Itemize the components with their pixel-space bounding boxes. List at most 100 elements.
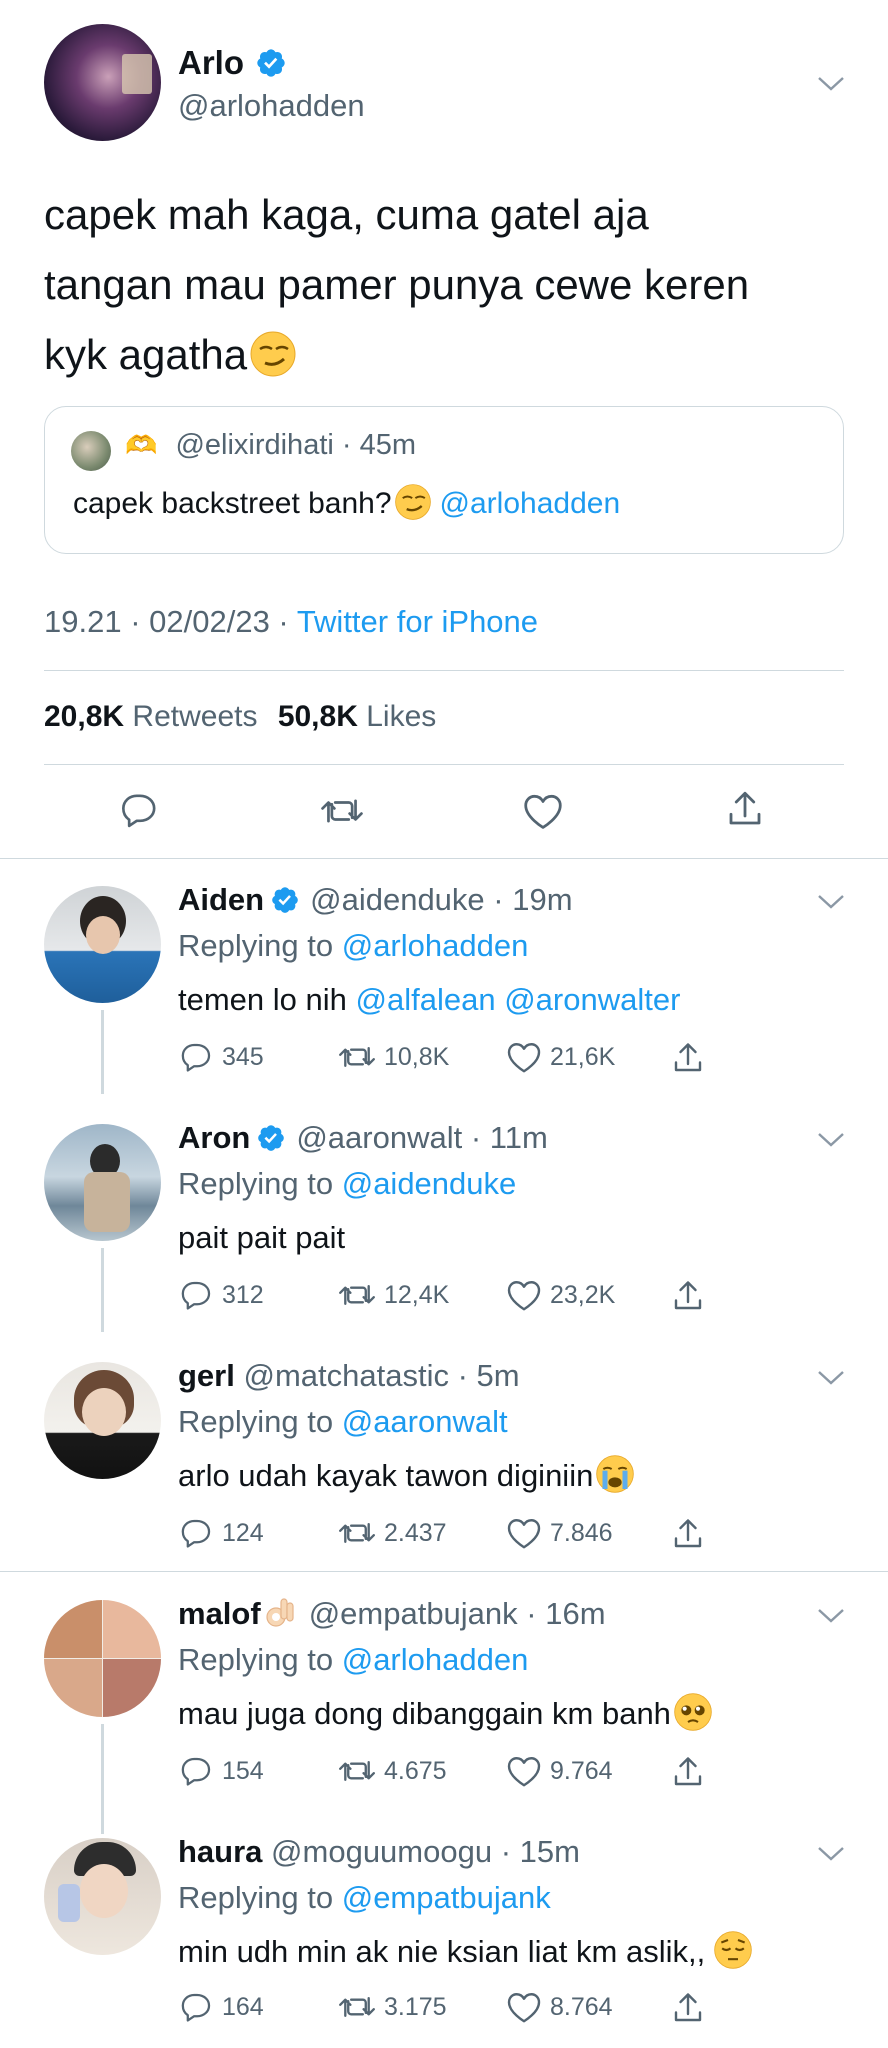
reply-author-handle[interactable]: @aidenduke	[310, 882, 485, 917]
reply-icon	[181, 1519, 211, 1548]
reply-action[interactable]: 124	[180, 1516, 264, 1550]
likes-label: Likes	[366, 700, 437, 733]
retweet-action[interactable]: 2.437	[338, 1516, 447, 1550]
reply-avatar[interactable]	[44, 1362, 161, 1479]
reply-icon	[181, 1043, 211, 1072]
reply-count: 345	[222, 1042, 264, 1071]
reply-author-name[interactable]: malof	[178, 1596, 261, 1631]
reply-author-name[interactable]: Aron	[178, 1120, 250, 1155]
reply-time: 19m	[512, 882, 573, 917]
replying-to-line: Replying to @empatbujank	[178, 1880, 551, 1916]
replying-to-line: Replying to @aaronwalt	[178, 1404, 508, 1440]
replying-to-handle[interactable]: @empatbujank	[342, 1880, 551, 1915]
like-action[interactable]: 7.846	[506, 1516, 613, 1550]
retweet-icon[interactable]	[320, 792, 364, 830]
reply-header: Aiden @aidenduke · 19m	[178, 882, 573, 918]
like-heart-icon	[507, 1993, 541, 2023]
thread-line	[101, 1724, 104, 1834]
like-action[interactable]: 21,6K	[506, 1040, 615, 1074]
share-icon[interactable]	[670, 1278, 706, 1314]
reply-author-name[interactable]: Aiden	[178, 882, 264, 917]
retweet-action[interactable]: 12,4K	[338, 1278, 449, 1312]
reply-author-handle[interactable]: @aaronwalt	[296, 1120, 462, 1155]
like-count: 8.764	[550, 1992, 613, 2021]
retweet-icon	[339, 1761, 375, 1781]
like-heart-icon	[507, 1757, 541, 1787]
chevron-down-icon[interactable]	[816, 892, 846, 912]
retweets-stat[interactable]: 20,8K Retweets	[44, 700, 257, 733]
reply-action[interactable]: 154	[180, 1754, 264, 1788]
author-avatar[interactable]	[44, 24, 161, 141]
share-icon[interactable]	[670, 1990, 706, 2026]
quote-header: 🫶 @elixirdihati · 45m	[125, 429, 416, 462]
tweet-source[interactable]: Twitter for iPhone	[297, 604, 538, 639]
chevron-down-icon[interactable]	[816, 74, 846, 94]
reply-avatar[interactable]	[44, 1124, 161, 1241]
replying-to-handle[interactable]: @arlohadden	[342, 1642, 529, 1677]
reply-avatar[interactable]	[44, 1838, 161, 1955]
quote-avatar[interactable]	[71, 431, 111, 471]
reply-text: min udh min ak nie ksian liat km aslik,,	[178, 1931, 753, 1970]
separator-dot: ·	[492, 1834, 520, 1869]
reply-author-handle[interactable]: @moguumoogu	[271, 1834, 492, 1869]
retweet-action[interactable]: 4.675	[338, 1754, 447, 1788]
chevron-down-icon[interactable]	[816, 1844, 846, 1864]
like-action[interactable]: 23,2K	[506, 1278, 615, 1312]
reply-header: Aron @aaronwalt · 11m	[178, 1120, 548, 1156]
reply-mentions[interactable]: @alfalean @aronwalter	[356, 982, 681, 1017]
chevron-down-icon[interactable]	[816, 1606, 846, 1626]
reply-action[interactable]: 164	[180, 1990, 264, 2024]
retweet-action[interactable]: 10,8K	[338, 1040, 449, 1074]
replying-to-line: Replying to @arlohadden	[178, 1642, 528, 1678]
reply-text: temen lo nih @alfalean @aronwalter	[178, 982, 680, 1018]
reply-action[interactable]: 345	[180, 1040, 264, 1074]
verified-badge-icon	[257, 49, 285, 77]
thread-line	[101, 1248, 104, 1332]
pensive-face-emoji-icon	[714, 1931, 752, 1969]
quote-mention[interactable]: @arlohadden	[440, 487, 621, 520]
author-handle[interactable]: @arlohadden	[178, 88, 365, 124]
replying-to-handle[interactable]: @aidenduke	[342, 1166, 517, 1201]
author-name[interactable]: Arlo	[178, 44, 244, 81]
like-heart-icon[interactable]	[522, 792, 564, 830]
reply-header: gerl @matchatastic · 5m	[178, 1358, 520, 1394]
replying-to-handle[interactable]: @aaronwalt	[342, 1404, 508, 1439]
share-icon[interactable]	[670, 1040, 706, 1076]
likes-count: 50,8K	[277, 700, 358, 733]
replying-to-handle[interactable]: @arlohadden	[342, 928, 529, 963]
reply-icon	[181, 1757, 211, 1786]
reply-icon[interactable]	[120, 790, 160, 830]
verified-badge-icon	[258, 1125, 285, 1151]
reply-text-body: mau juga dong dibanggain km banh	[178, 1696, 671, 1731]
reply-author-name[interactable]: haura	[178, 1834, 262, 1869]
reply-author-name[interactable]: gerl	[178, 1358, 235, 1393]
share-icon[interactable]	[670, 1516, 706, 1552]
smirk-emoji-icon	[250, 331, 296, 377]
reply-time: 15m	[519, 1834, 580, 1869]
chevron-down-icon[interactable]	[816, 1368, 846, 1388]
reply-avatar[interactable]	[44, 1600, 161, 1717]
separator-dot: ·	[462, 1120, 490, 1155]
likes-stat[interactable]: 50,8K Likes	[278, 700, 436, 733]
share-icon[interactable]	[670, 1754, 706, 1790]
reply-author-handle[interactable]: @empatbujank	[309, 1596, 518, 1631]
replying-to-label: Replying to	[178, 1642, 334, 1677]
quote-handle[interactable]: @elixirdihati	[175, 429, 333, 461]
reply-avatar[interactable]	[44, 886, 161, 1003]
verified-badge-icon	[272, 887, 298, 913]
like-action[interactable]: 9.764	[506, 1754, 613, 1788]
reply-author-handle[interactable]: @matchatastic	[243, 1358, 448, 1393]
retweet-action[interactable]: 3.175	[338, 1990, 447, 2024]
retweet-icon	[339, 1285, 375, 1305]
quote-text-body: capek backstreet banh?	[73, 487, 392, 520]
like-action[interactable]: 8.764	[506, 1990, 613, 2024]
author-name-row[interactable]: Arlo	[178, 44, 287, 82]
reply-count: 312	[222, 1280, 264, 1309]
share-icon[interactable]	[724, 788, 766, 830]
reply-action[interactable]: 312	[180, 1278, 264, 1312]
reply-time: 11m	[489, 1120, 548, 1155]
chevron-down-icon[interactable]	[816, 1130, 846, 1150]
like-count: 9.764	[550, 1756, 613, 1785]
quote-text: capek backstreet banh? @arlohadden	[73, 484, 621, 521]
quote-tweet-card[interactable]: 🫶 @elixirdihati · 45m capek backstreet b…	[44, 406, 844, 554]
